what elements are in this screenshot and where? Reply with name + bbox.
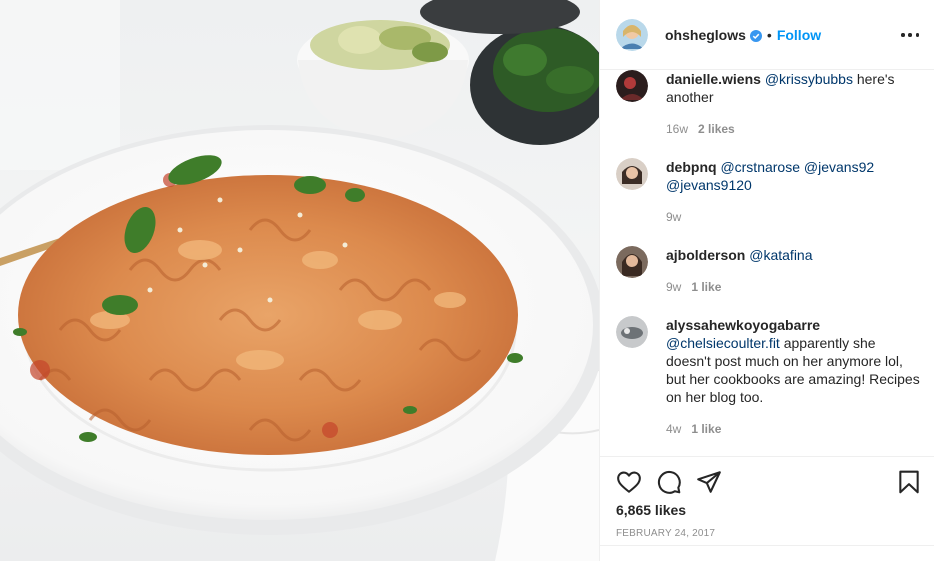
comment-item: debpnq @crstnarose @jevans92 @jevans9120…: [616, 158, 921, 224]
comment-body: debpnq @crstnarose @jevans92 @jevans9120…: [666, 158, 921, 224]
comment-age[interactable]: 4w: [666, 422, 681, 436]
author-username[interactable]: ohsheglows: [665, 27, 746, 43]
divider: [600, 545, 934, 546]
comment-meta: 4w 1 like: [666, 422, 921, 436]
comment-text: debpnq @crstnarose @jevans92 @jevans9120: [666, 158, 921, 194]
bookmark-icon[interactable]: [896, 469, 922, 495]
separator-dot: •: [766, 26, 772, 43]
likes-count[interactable]: 6,865 likes: [616, 502, 686, 518]
comment-mention[interactable]: @crstnarose: [720, 159, 800, 175]
comment-likes[interactable]: 1 like: [691, 280, 721, 294]
comment-mention[interactable]: @krissybubbs: [765, 71, 853, 87]
comment-username[interactable]: danielle.wiens: [666, 71, 761, 87]
pasta-photo-illustration: [0, 0, 599, 561]
share-icon[interactable]: [696, 469, 722, 495]
comment-meta: 16w 2 likes: [666, 122, 921, 136]
comment-username[interactable]: ajbolderson: [666, 247, 745, 263]
author-avatar[interactable]: [616, 18, 648, 51]
commenter-avatar[interactable]: [616, 246, 648, 278]
comment-age[interactable]: 9w: [666, 210, 681, 224]
comment-body: danielle.wiens @krissybubbs here's anoth…: [666, 70, 921, 136]
comment-mention[interactable]: @jevans9120: [666, 177, 752, 193]
comment-item: alyssahewkoyogabarre @chelsiecoulter.fit…: [616, 316, 921, 436]
comment-username[interactable]: alyssahewkoyogabarre: [666, 317, 820, 333]
commenter-avatar[interactable]: [616, 158, 648, 190]
comment-body: ajbolderson @katafina 9w 1 like: [666, 246, 921, 294]
comment-item: ajbolderson @katafina 9w 1 like: [616, 246, 921, 294]
comment-meta: 9w: [666, 210, 921, 224]
post-actions: 6,865 likes FEBRUARY 24, 2017: [600, 456, 934, 561]
comment-mention[interactable]: @katafina: [749, 247, 812, 263]
comment-mention[interactable]: @jevans92: [804, 159, 874, 175]
commenter-avatar[interactable]: [616, 70, 648, 102]
comment-age[interactable]: 16w: [666, 122, 688, 136]
comment-text: ajbolderson @katafina: [666, 246, 921, 264]
comment-item: danielle.wiens @krissybubbs here's anoth…: [616, 70, 921, 136]
commenter-avatar[interactable]: [616, 316, 648, 348]
comment-body: alyssahewkoyogabarre @chelsiecoulter.fit…: [666, 316, 921, 436]
verified-badge-icon: [749, 29, 762, 42]
more-options-icon[interactable]: [901, 26, 919, 44]
comment-mention[interactable]: @chelsiecoulter.fit: [666, 335, 780, 351]
heart-icon[interactable]: [616, 469, 642, 495]
post-photo[interactable]: [0, 0, 599, 561]
post-header: ohsheglows • Follow: [600, 0, 934, 70]
comment-age[interactable]: 9w: [666, 280, 681, 294]
post-date[interactable]: FEBRUARY 24, 2017: [616, 528, 715, 539]
comment-icon[interactable]: [656, 469, 682, 495]
comment-meta: 9w 1 like: [666, 280, 921, 294]
comment-likes[interactable]: 2 likes: [698, 122, 735, 136]
post-sidebar: ohsheglows • Follow danielle.wiens @kris…: [599, 0, 934, 561]
comment-text: alyssahewkoyogabarre @chelsiecoulter.fit…: [666, 316, 921, 406]
comment-likes[interactable]: 1 like: [691, 422, 721, 436]
comments-list[interactable]: danielle.wiens @krissybubbs here's anoth…: [600, 70, 934, 456]
follow-button[interactable]: Follow: [777, 27, 821, 43]
comment-username[interactable]: debpnq: [666, 159, 717, 175]
comment-text: danielle.wiens @krissybubbs here's anoth…: [666, 70, 921, 106]
